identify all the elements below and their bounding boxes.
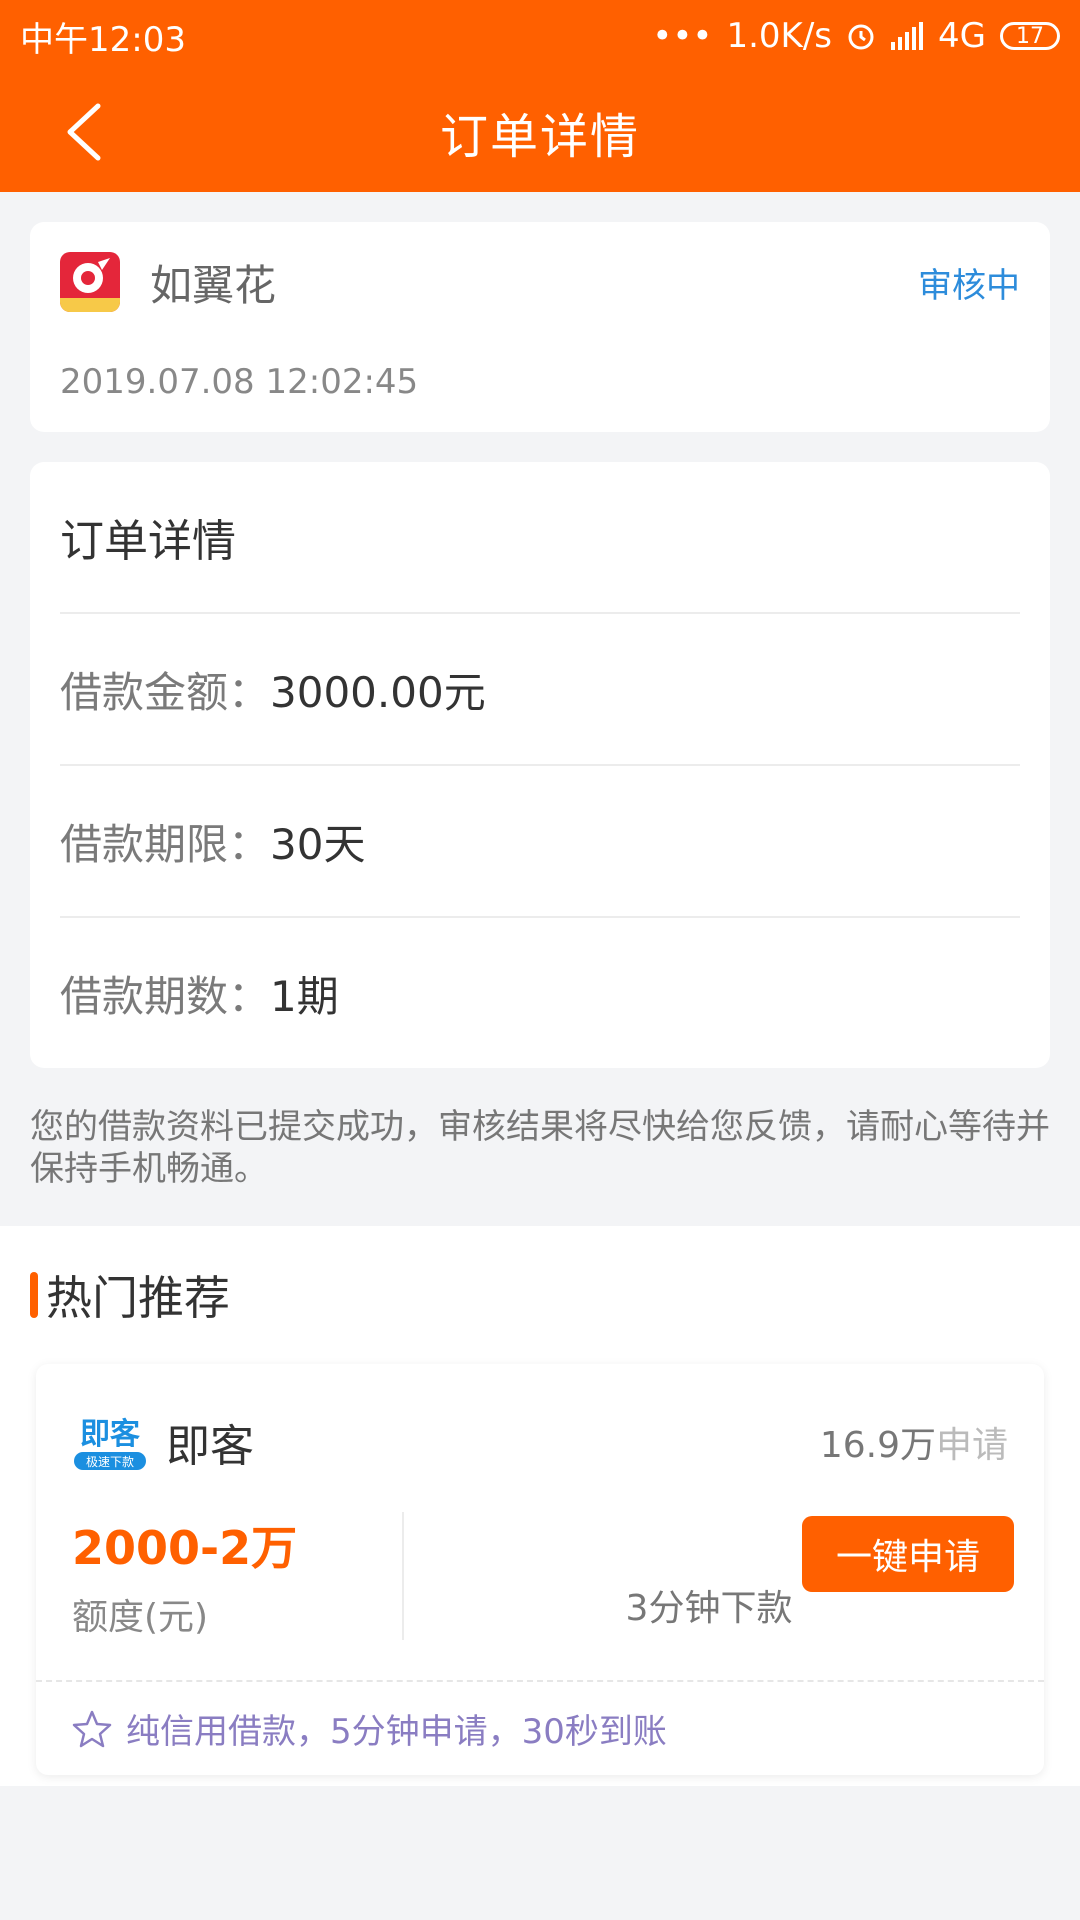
network-type: 4G xyxy=(938,16,986,56)
recommend-title-text: 热门推荐 xyxy=(46,1271,230,1325)
detail-label: 借款金额： xyxy=(60,667,271,717)
product-info: 2000-2万 额度(元) 3分钟下款 一键申请 xyxy=(36,1480,1044,1680)
detail-header: 订单详情 xyxy=(60,462,1020,614)
battery-level: 17 xyxy=(1016,23,1044,49)
detail-value: 1期 xyxy=(270,971,339,1021)
amount-label: 额度(元) xyxy=(72,1597,209,1638)
product-header: 即客 极速下款 即客 16.9万申请 xyxy=(36,1364,1044,1480)
amount-range: 2000-2万 xyxy=(72,1521,298,1575)
status-bar: 中午12:03 ••• 1.0K/s 4G 17 xyxy=(0,0,1080,72)
battery-icon: 17 xyxy=(1000,22,1060,50)
product-card[interactable]: 即客 极速下款 即客 16.9万申请 2000-2万 额度(元) 3分钟下款 一… xyxy=(36,1364,1044,1775)
detail-label: 借款期限： xyxy=(60,819,271,869)
product-logo-icon: 即客 极速下款 xyxy=(72,1412,148,1472)
order-detail-card: 订单详情 借款金额： 3000.00元 借款期限： 30天 借款期数： 1期 xyxy=(30,462,1050,1068)
network-speed: 1.0K/s xyxy=(726,16,833,56)
page-title: 订单详情 xyxy=(439,109,640,165)
recommend-section: 热门推荐 即客 极速下款 即客 16.9万申请 2000-2万 额度(元) 3分… xyxy=(0,1226,1080,1786)
apply-count-number: 16.9万 xyxy=(819,1425,936,1466)
amount-block: 2000-2万 额度(元) xyxy=(72,1512,404,1640)
status-right: ••• 1.0K/s 4G 17 xyxy=(652,16,1060,56)
more-dots-icon: ••• xyxy=(652,16,713,56)
detail-row-amount: 借款金额： 3000.00元 xyxy=(60,614,1020,766)
nav-bar: 订单详情 xyxy=(0,72,1080,192)
merchant-logo-icon xyxy=(60,252,120,312)
notice-text: 您的借款资料已提交成功，审核结果将尽快给您反馈，请耐心等待并保持手机畅通。 xyxy=(30,1107,1050,1189)
detail-row-term: 借款期限： 30天 xyxy=(60,766,1020,918)
detail-value: 3000.00元 xyxy=(270,667,486,717)
back-arrow-icon[interactable] xyxy=(60,102,120,162)
apply-button[interactable]: 一键申请 xyxy=(802,1516,1014,1592)
detail-value: 30天 xyxy=(270,819,366,869)
product-logo-text: 即客 xyxy=(80,1417,140,1452)
apply-count-suffix: 申请 xyxy=(935,1425,1008,1466)
star-icon xyxy=(72,1710,112,1747)
detail-label: 借款期数： xyxy=(60,971,271,1021)
header-area: 中午12:03 ••• 1.0K/s 4G 17 订单详情 xyxy=(0,0,1080,192)
accent-bar xyxy=(30,1272,38,1318)
order-time: 2019.07.08 12:02:45 xyxy=(60,362,419,402)
alarm-icon xyxy=(848,24,874,50)
detail-row-installments: 借款期数： 1期 xyxy=(60,918,1020,1068)
status-time: 中午12:03 xyxy=(20,19,186,60)
status-badge: 审核中 xyxy=(918,265,1020,306)
product-logo-subtext: 极速下款 xyxy=(86,1455,134,1469)
product-tagline: 纯信用借款，5分钟申请，30秒到账 xyxy=(126,1712,667,1752)
product-tagline-row: 纯信用借款，5分钟申请，30秒到账 xyxy=(36,1680,1044,1775)
product-name: 即客 xyxy=(166,1421,254,1472)
recommend-title: 热门推荐 xyxy=(30,1262,1050,1328)
apply-count: 16.9万申请 xyxy=(820,1416,1008,1468)
merchant-row: 如翼花 审核中 xyxy=(60,250,1020,314)
merchant-card: 如翼花 审核中 2019.07.08 12:02:45 xyxy=(30,222,1050,432)
signal-icon xyxy=(891,22,924,50)
merchant-name: 如翼花 xyxy=(150,260,277,310)
